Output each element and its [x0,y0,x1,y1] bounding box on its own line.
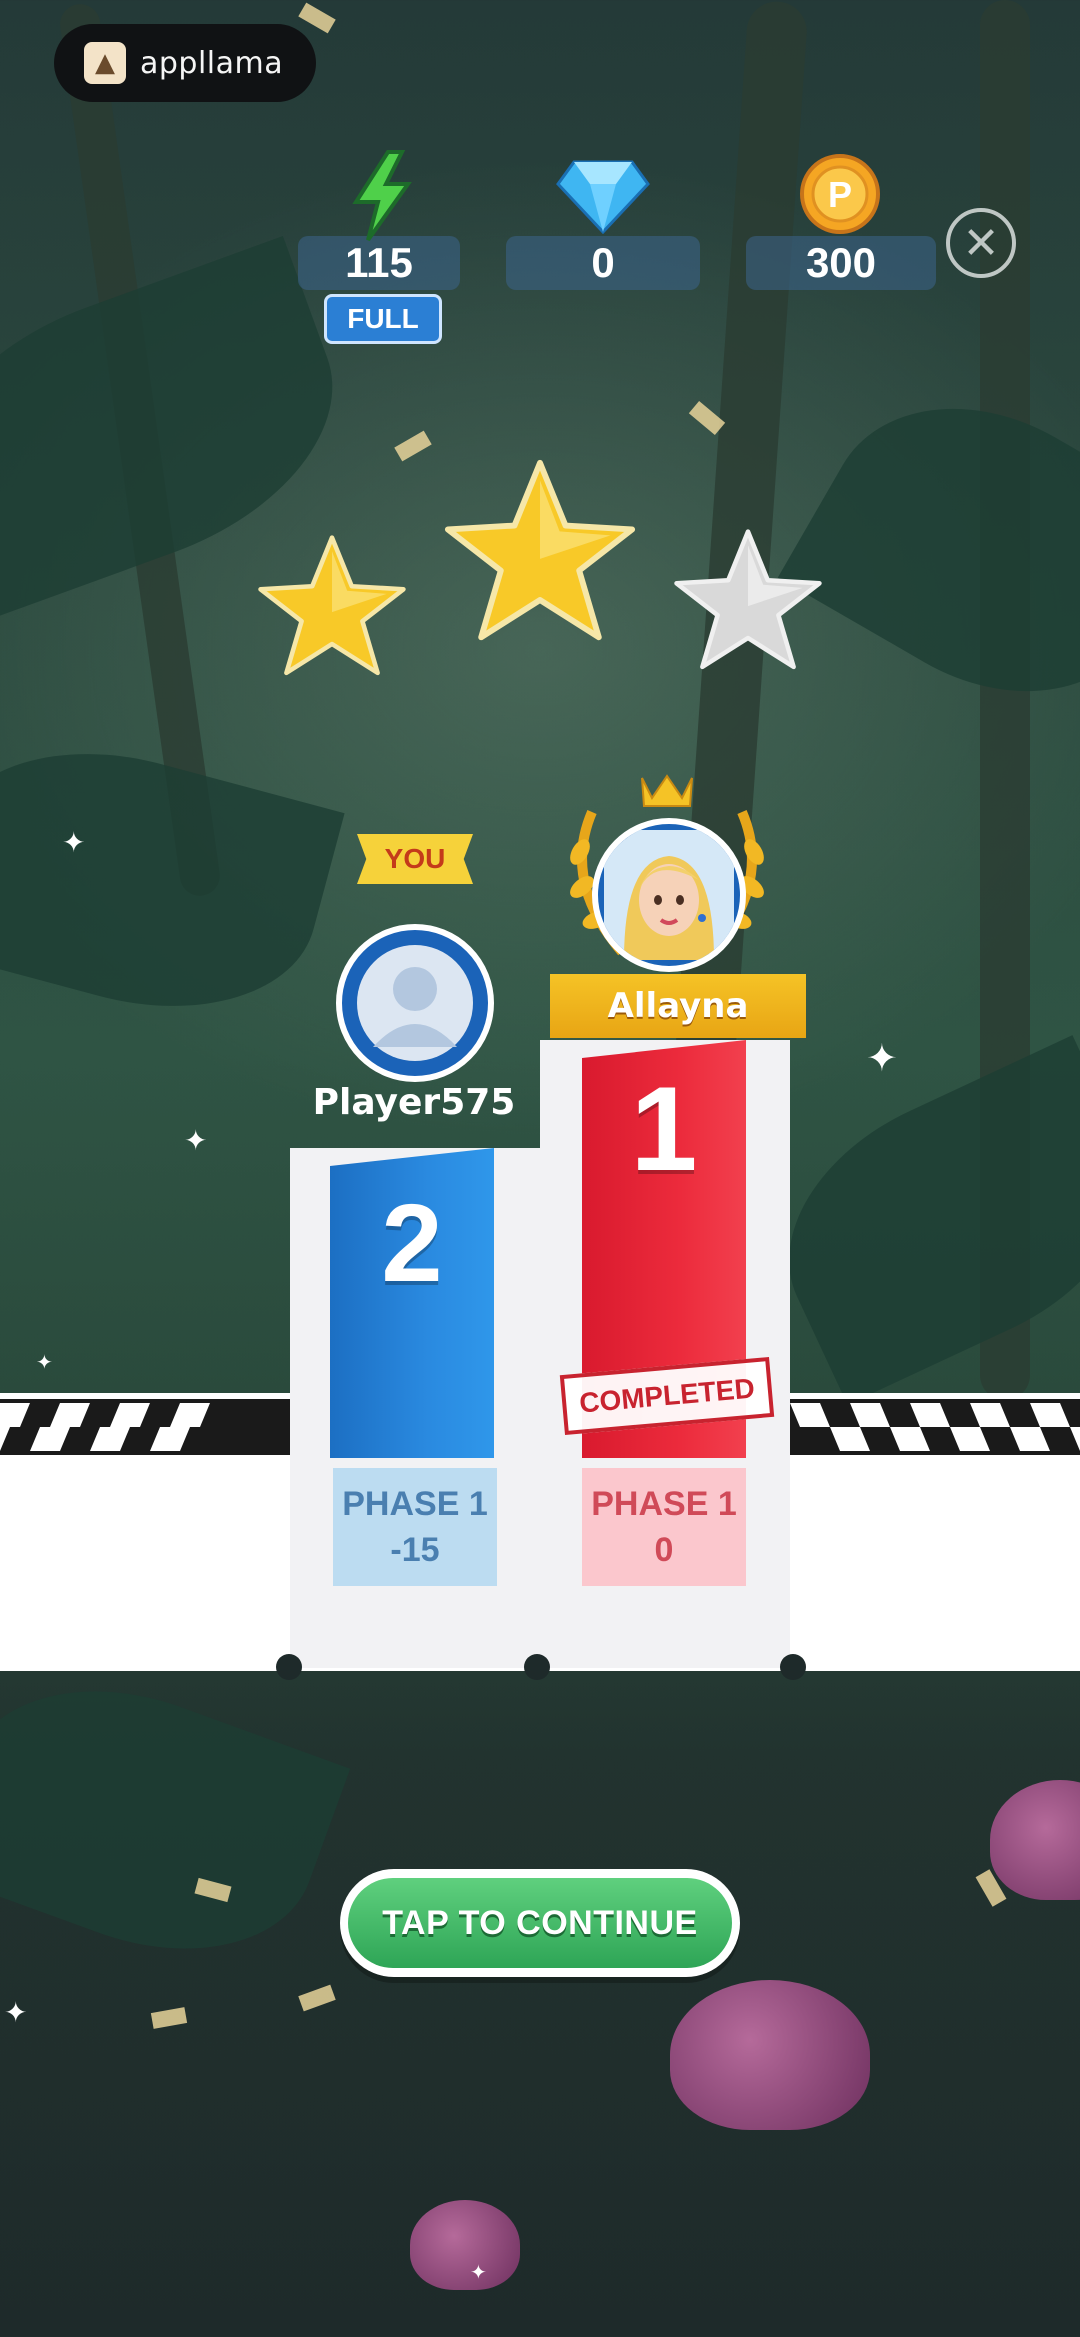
winner-score: 0 [654,1531,674,1569]
star-earned-2 [442,456,638,650]
player-name: Player575 [312,1082,516,1123]
star-empty-3 [672,526,824,678]
energy-full-badge: FULL [324,294,442,344]
confetti [394,430,432,462]
base-dot [276,1654,302,1680]
sparkle: ✦ [866,1036,898,1080]
player-score: -15 [390,1531,440,1569]
brand-name: appllama [140,45,284,81]
base-dot [780,1654,806,1680]
confetti [298,1984,336,2012]
sparkle: ✦ [184,1124,208,1157]
base-dot [524,1654,550,1680]
gems-counter: 0 [506,236,700,290]
sparkle: ✦ [62,826,86,859]
mushroom-decoration [410,2200,520,2290]
winner-portrait-icon [604,830,734,960]
winner-name-banner: Allayna [550,974,806,1038]
tap-to-continue-button[interactable]: TAP TO CONTINUE [340,1869,740,1977]
you-tag: YOU [357,834,473,884]
mushroom-decoration [990,1780,1080,1900]
winner-phase-label: PHASE 1 [591,1485,737,1523]
close-button[interactable]: ✕ [946,208,1016,278]
close-icon: ✕ [962,217,1000,269]
sparkle: ✦ [470,2260,487,2284]
sparkle: ✦ [4,1996,28,2029]
gems-value: 0 [591,239,615,286]
jungle-leaf [0,1645,351,1995]
continue-label: TAP TO CONTINUE [348,1878,732,1968]
default-user-icon [357,945,473,1061]
player-avatar [336,924,494,1082]
confetti [150,2007,188,2029]
star-earned-1 [256,532,408,684]
lightning-icon [346,150,416,242]
mushroom-decoration [670,1980,870,2130]
rank-number-1: 1 [630,1062,698,1196]
energy-value: 115 [345,239,413,286]
confetti [298,2,336,34]
energy-counter: 115 [298,236,460,290]
sparkle: ✦ [36,1350,53,1374]
player-phase-score: PHASE 1 -15 [333,1468,497,1586]
winner-avatar [592,818,746,972]
llama-logo-icon: ▲ [84,42,126,84]
rank-number-2: 2 [381,1182,443,1305]
diamond-icon [556,158,650,234]
player-phase-label: PHASE 1 [342,1485,488,1523]
svg-text:P: P [828,174,852,215]
coins-counter: 300 [746,236,936,290]
coin-icon: P [798,152,882,236]
coins-value: 300 [805,239,877,286]
brand-pill: ▲ appllama [54,24,316,102]
winner-phase-score: PHASE 1 0 [582,1468,746,1586]
